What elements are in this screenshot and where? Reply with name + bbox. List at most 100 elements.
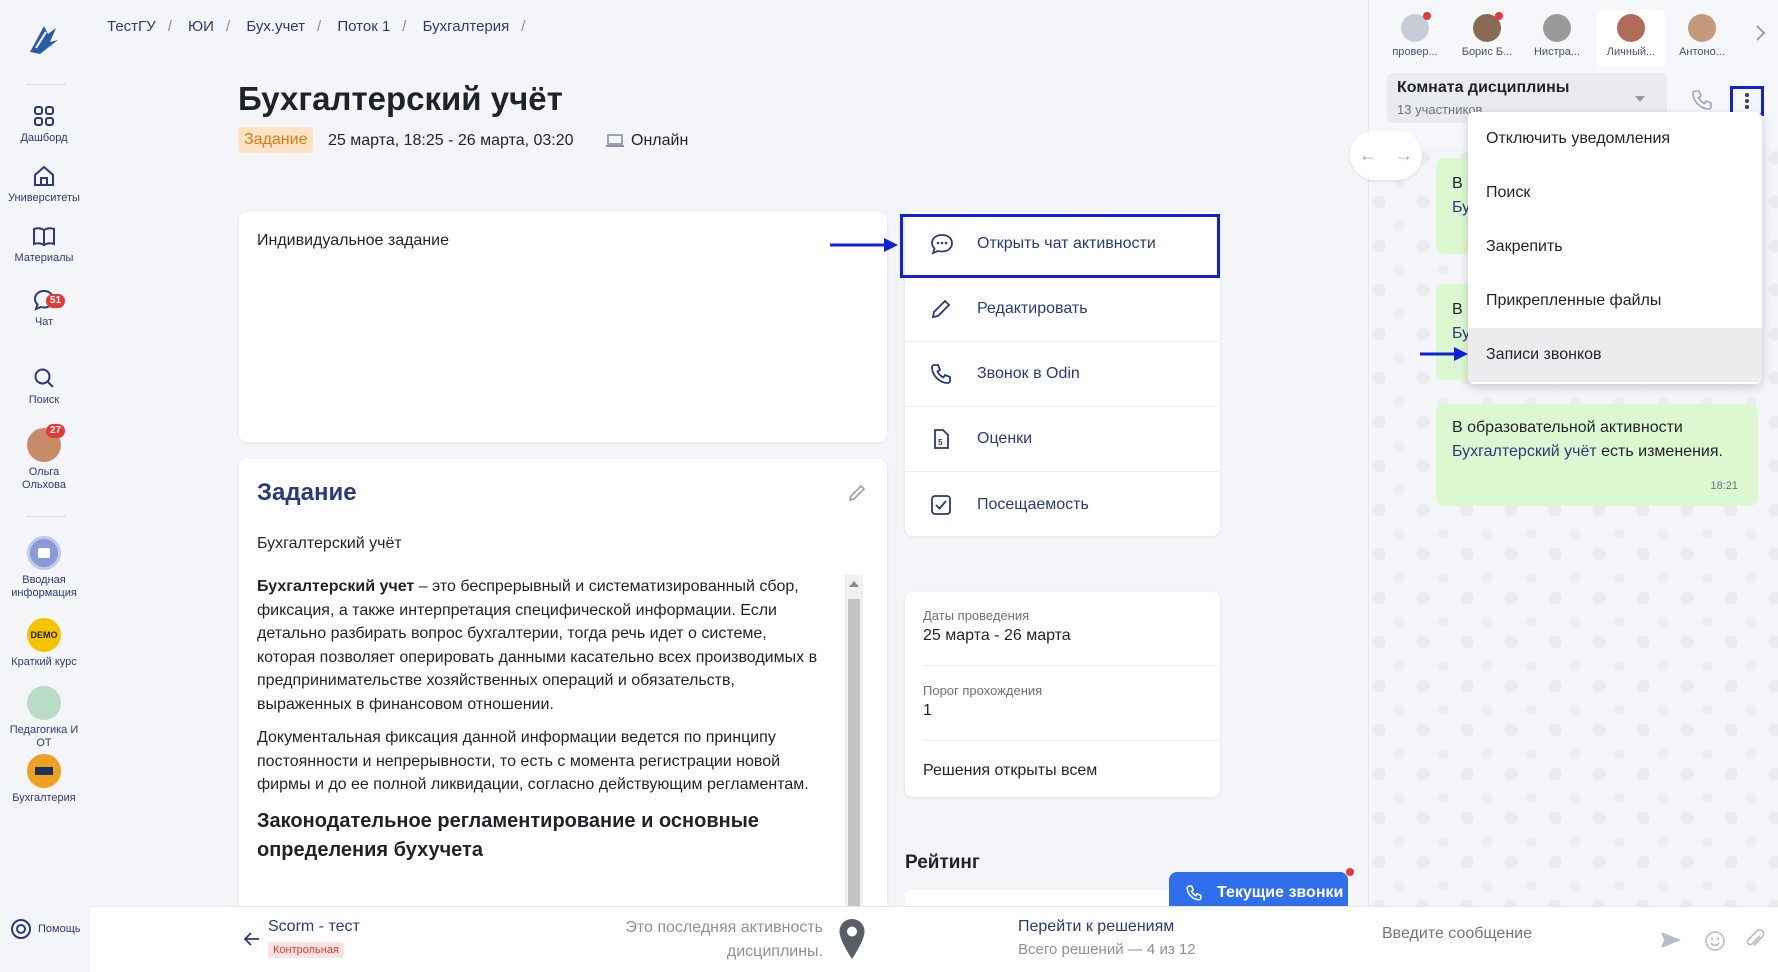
nav-dashboard[interactable]: Дашборд	[0, 104, 88, 145]
course-pedagogy[interactable]: Педагогика И ОТ	[0, 686, 88, 750]
previous-activity-link[interactable]: Scorm - тест	[268, 918, 360, 936]
nav-chat-label: Чат	[34, 316, 54, 328]
threshold-info: Порог прохождения 1	[923, 683, 1042, 720]
chat-options-menu: Отключить уведомления Поиск Закрепить Пр…	[1468, 112, 1762, 384]
grades-button[interactable]: 5 Оценки	[905, 407, 1220, 472]
task-title: Задание	[257, 479, 357, 506]
breadcrumb-item[interactable]: Поток 1	[337, 18, 390, 35]
laptop-icon	[606, 134, 624, 147]
chevron-right-icon[interactable]	[1754, 24, 1766, 47]
graduation-cap-icon	[27, 754, 61, 788]
unread-dot	[1495, 12, 1503, 20]
activity-dates: 25 марта, 18:25 - 26 марта, 03:20	[328, 132, 574, 149]
menu-item-attached-files[interactable]: Прикрепленные файлы	[1468, 274, 1762, 328]
course-intro-avatar	[27, 536, 61, 570]
attendance-label: Посещаемость	[977, 495, 1089, 513]
course-short[interactable]: DEMO Краткий курс	[0, 618, 88, 669]
scroll-up-icon[interactable]	[849, 581, 859, 587]
course-pedagogy-label: Педагогика И ОТ	[9, 724, 79, 750]
paperclip-icon[interactable]	[1745, 928, 1765, 957]
chat-tab[interactable]: Нистра...	[1522, 14, 1592, 58]
arrow-left-icon[interactable]	[243, 932, 260, 951]
chat-tab-label: Антоно...	[1679, 46, 1725, 58]
activity-mode-label: Онлайн	[631, 132, 689, 149]
chat-tab-avatar	[1401, 12, 1431, 42]
task-heading: Законодательное регламентирование и осно…	[257, 809, 759, 861]
menu-item-mute[interactable]: Отключить уведомления	[1468, 112, 1762, 166]
call-odin-label: Звонок в Odin	[977, 365, 1080, 382]
task-card: Задание Бухгалтерский учёт Бухгалтерский…	[239, 459, 887, 919]
chat-tab-avatar	[1473, 12, 1503, 42]
grades-label: Оценки	[977, 430, 1033, 447]
dates-info: Даты проведения 25 марта - 26 марта	[923, 608, 1071, 645]
scroll-thumb[interactable]	[848, 599, 860, 919]
arrow-left-icon[interactable]: ←	[1359, 145, 1377, 166]
app-logo-icon[interactable]	[26, 22, 62, 61]
call-odin-button[interactable]: Звонок в Odin	[905, 342, 1220, 407]
task-paragraph-text: – это беспрерывный и систематизированный…	[257, 578, 818, 713]
rating-title: Рейтинг	[905, 852, 980, 873]
breadcrumb-item[interactable]: Бухгалтерия	[423, 18, 510, 35]
message-input[interactable]	[1382, 925, 1602, 943]
emoji-icon[interactable]	[1704, 930, 1726, 957]
edit-task-icon[interactable]	[847, 483, 867, 508]
chat-tab-label: Нистра...	[1533, 46, 1581, 58]
course-intro-label: Вводная информация	[11, 574, 77, 600]
chat-badge: 51	[46, 294, 66, 308]
course-demo-avatar: DEMO	[27, 618, 61, 652]
menu-item-pin[interactable]: Закрепить	[1468, 220, 1762, 274]
chat-tab[interactable]: Антоно...	[1667, 14, 1737, 58]
solutions-count: Всего решений — 4 из 12	[1018, 941, 1196, 958]
pencil-icon	[931, 299, 951, 319]
breadcrumb-item[interactable]: ЮИ	[188, 18, 214, 35]
chat-tab-avatar	[1688, 14, 1716, 42]
info-card: Даты проведения 25 марта - 26 марта Поро…	[905, 592, 1220, 797]
chat-message: В образовательной активности Бухгалтерск…	[1436, 404, 1758, 506]
chevron-down-icon[interactable]	[1635, 96, 1645, 102]
course-accounting[interactable]: Бухгалтерия	[0, 754, 88, 805]
menu-item-search[interactable]: Поиск	[1468, 166, 1762, 220]
left-nav: Дашборд Университеты Материалы Чат 51 По…	[0, 0, 88, 972]
nav-search[interactable]: Поиск	[0, 366, 88, 407]
course-short-label: Краткий курс	[11, 656, 77, 668]
activity-type-tag: Задание	[238, 127, 314, 153]
arrow-right-icon[interactable]: →	[1395, 145, 1413, 166]
annotation-arrow-icon	[1420, 345, 1470, 368]
task-scrollbar[interactable]	[845, 575, 863, 919]
solutions-open-text: Решения открыты всем	[923, 762, 1098, 779]
nav-search-label: Поиск	[28, 394, 60, 406]
task-paragraph: Документальная фиксация данной информаци…	[257, 729, 809, 793]
send-icon[interactable]	[1660, 930, 1682, 955]
nav-materials[interactable]: Материалы	[0, 224, 88, 265]
chat-tab[interactable]: провер...	[1380, 12, 1450, 58]
current-calls-label: Текущие звонки	[1217, 884, 1344, 901]
description-card: Индивидуальное задание	[239, 212, 887, 442]
edit-label: Редактировать	[977, 300, 1088, 317]
chat-tab[interactable]: Борис Б...	[1452, 12, 1522, 58]
message-link[interactable]: Бухгалтерский учёт	[1452, 443, 1597, 460]
nav-universities[interactable]: Университеты	[0, 164, 88, 205]
chat-tab-active[interactable]: Личный...	[1596, 14, 1666, 58]
help-button[interactable]: Помощь	[10, 918, 81, 940]
go-to-solutions-link[interactable]: Перейти к решениям	[1018, 918, 1174, 936]
chat-tab-label: Борис Б...	[1461, 46, 1513, 58]
task-term: Бухгалтерский учет	[257, 578, 415, 595]
breadcrumb-item[interactable]: Бух.учет	[246, 18, 305, 35]
attendance-button[interactable]: Посещаемость	[905, 472, 1220, 537]
page-title: Бухгалтерский учёт	[238, 80, 563, 117]
profile-badge: 27	[46, 424, 66, 438]
threshold-value: 1	[923, 702, 932, 719]
svg-text:5: 5	[938, 438, 943, 447]
breadcrumb-item[interactable]: ТестГУ	[107, 18, 156, 35]
menu-item-call-recordings[interactable]: Записи звонков	[1468, 328, 1762, 382]
course-intro[interactable]: Вводная информация	[0, 536, 88, 600]
nav-profile[interactable]: Ольга Ольхова 27	[0, 424, 88, 492]
task-subtitle: Бухгалтерский учёт	[257, 535, 402, 552]
nav-chat[interactable]: Чат 51	[0, 288, 88, 329]
edit-button[interactable]: Редактировать	[905, 277, 1220, 342]
task-body: Бухгалтерский учет – это беспрерывный и …	[257, 575, 827, 865]
chat-tab-label: Личный...	[1606, 46, 1656, 58]
nav-dashboard-label: Дашборд	[20, 132, 68, 144]
chat-tab-avatar	[1617, 14, 1645, 42]
threshold-label: Порог прохождения	[923, 683, 1043, 698]
